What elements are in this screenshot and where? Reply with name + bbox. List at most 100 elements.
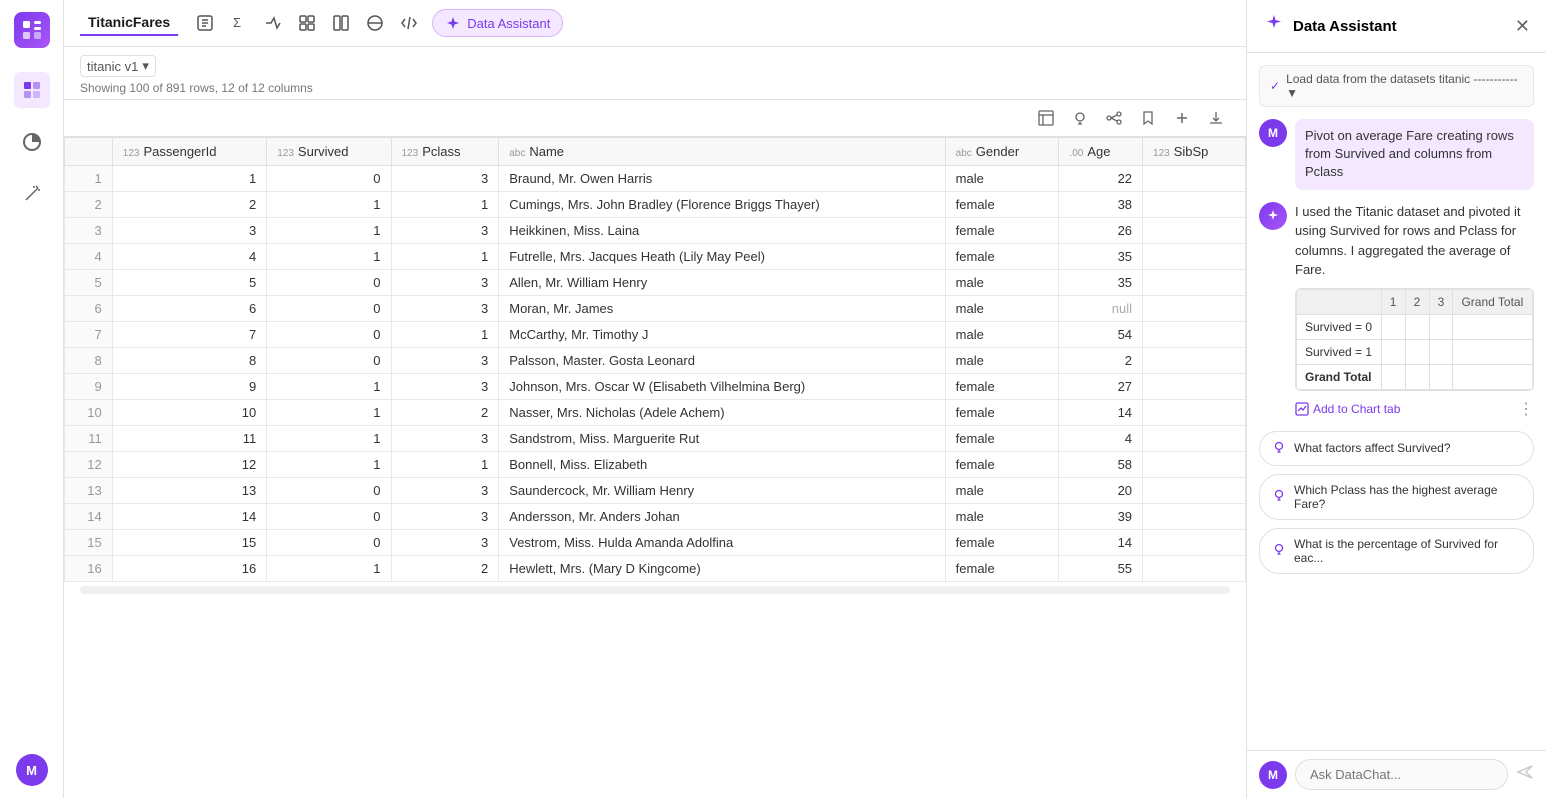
cell-survived: 0	[267, 530, 391, 556]
cell-pclass: 3	[391, 296, 499, 322]
col-header-sibsp[interactable]: 123SibSp	[1143, 138, 1246, 166]
cell-passengerid: 9	[112, 374, 266, 400]
check-icon: ✓	[1270, 79, 1280, 93]
pivot-table-preview: 1 2 3 Grand Total Survived = 0	[1295, 288, 1534, 391]
cell-name: Saundercock, Mr. William Henry	[499, 478, 945, 504]
col-header-pclass[interactable]: 123Pclass	[391, 138, 499, 166]
row-index: 5	[65, 270, 113, 296]
lineage-btn[interactable]	[1100, 104, 1128, 132]
sidebar-icon-wand[interactable]	[14, 176, 50, 212]
cell-passengerid: 1	[112, 166, 266, 192]
suggestion-chip-2[interactable]: Which Pclass has the highest average Far…	[1259, 474, 1534, 520]
suggestion-chip-1[interactable]: What factors affect Survived?	[1259, 431, 1534, 466]
cell-gender: male	[945, 166, 1059, 192]
cell-passengerid: 14	[112, 504, 266, 530]
cell-survived: 0	[267, 504, 391, 530]
cell-survived: 1	[267, 426, 391, 452]
insights-btn[interactable]	[1066, 104, 1094, 132]
table-row: 5 5 0 3 Allen, Mr. William Henry male 35	[65, 270, 1246, 296]
cell-pclass: 1	[391, 322, 499, 348]
cell-pclass: 3	[391, 426, 499, 452]
grid-btn[interactable]	[292, 8, 322, 38]
table-view-btn[interactable]	[1032, 104, 1060, 132]
pivot-cell-survived-0-total	[1453, 314, 1533, 339]
cell-name: Palsson, Master. Gosta Leonard	[499, 348, 945, 374]
table-row: 16 16 1 2 Hewlett, Mrs. (Mary D Kingcome…	[65, 556, 1246, 582]
col-header-index	[65, 138, 113, 166]
cell-passengerid: 11	[112, 426, 266, 452]
pivot-cell-grand-total-label: Grand Total	[1297, 364, 1382, 389]
more-options-btn[interactable]: ⋮	[1518, 399, 1534, 419]
cell-sibsp	[1143, 478, 1246, 504]
table-row: 12 12 1 1 Bonnell, Miss. Elizabeth femal…	[65, 452, 1246, 478]
cell-gender: female	[945, 426, 1059, 452]
row-index: 12	[65, 452, 113, 478]
columns-btn[interactable]	[326, 8, 356, 38]
cell-pclass: 3	[391, 374, 499, 400]
cell-sibsp	[1143, 296, 1246, 322]
horizontal-scrollbar[interactable]	[80, 586, 1230, 594]
cell-survived: 1	[267, 556, 391, 582]
cell-sibsp	[1143, 348, 1246, 374]
chat-area: ✓ Load data from the datasets titanic --…	[1247, 53, 1546, 750]
chat-send-btn[interactable]	[1516, 763, 1534, 786]
cell-sibsp	[1143, 192, 1246, 218]
pivot-table: 1 2 3 Grand Total Survived = 0	[1296, 289, 1533, 390]
cell-name: Vestrom, Miss. Hulda Amanda Adolfina	[499, 530, 945, 556]
pivot-cell-survived-1-1	[1381, 339, 1405, 364]
cell-survived: 0	[267, 270, 391, 296]
cell-passengerid: 16	[112, 556, 266, 582]
pivot-cell-survived-0-label: Survived = 0	[1297, 314, 1382, 339]
data-assistant-btn[interactable]: Data Assistant	[432, 9, 563, 37]
cell-pclass: 3	[391, 218, 499, 244]
pipeline-btn[interactable]	[258, 8, 288, 38]
edit-btn[interactable]	[190, 8, 220, 38]
col-header-name[interactable]: abcName	[499, 138, 945, 166]
row-index: 16	[65, 556, 113, 582]
row-index: 2	[65, 192, 113, 218]
cell-name: McCarthy, Mr. Timothy J	[499, 322, 945, 348]
cell-gender: female	[945, 244, 1059, 270]
cell-name: Sandstrom, Miss. Marguerite Rut	[499, 426, 945, 452]
cell-sibsp	[1143, 218, 1246, 244]
cell-gender: male	[945, 322, 1059, 348]
pivot-cell-grand-total-1	[1381, 364, 1405, 389]
ai-msg-avatar	[1259, 202, 1287, 230]
suggestion-chip-3[interactable]: What is the percentage of Survived for e…	[1259, 528, 1534, 574]
col-header-passengerid[interactable]: 123PassengerId	[112, 138, 266, 166]
col-header-survived[interactable]: 123Survived	[267, 138, 391, 166]
pivot-btn[interactable]	[360, 8, 390, 38]
cell-sibsp	[1143, 530, 1246, 556]
bookmark-btn[interactable]	[1134, 104, 1162, 132]
pivot-row-survived-1: Survived = 1	[1297, 339, 1533, 364]
col-header-gender[interactable]: abcGender	[945, 138, 1059, 166]
pivot-cell-survived-0-3	[1429, 314, 1453, 339]
code-btn[interactable]	[394, 8, 424, 38]
row-info: Showing 100 of 891 rows, 12 of 12 column…	[80, 81, 1230, 95]
cell-passengerid: 3	[112, 218, 266, 244]
sidebar-icon-chart[interactable]	[14, 124, 50, 160]
download-btn[interactable]	[1202, 104, 1230, 132]
app-logo[interactable]	[14, 12, 50, 48]
chat-input[interactable]	[1295, 759, 1508, 790]
cell-gender: female	[945, 218, 1059, 244]
cell-passengerid: 2	[112, 192, 266, 218]
sidebar-icon-table[interactable]	[14, 72, 50, 108]
ai-msg-footer: Add to Chart tab ⋮	[1295, 399, 1534, 419]
pivot-cell-survived-1-3	[1429, 339, 1453, 364]
formula-btn[interactable]: Σ	[224, 8, 254, 38]
col-header-age[interactable]: .00Age	[1059, 138, 1143, 166]
row-index: 8	[65, 348, 113, 374]
ai-text: I used the Titanic dataset and pivoted i…	[1295, 202, 1534, 280]
row-index: 1	[65, 166, 113, 192]
suggestion-icon-2	[1272, 488, 1286, 505]
add-to-chart-link[interactable]: Add to Chart tab	[1295, 402, 1400, 416]
user-bubble: Pivot on average Fare creating rows from…	[1295, 119, 1534, 190]
table-row: 2 2 1 1 Cumings, Mrs. John Bradley (Flor…	[65, 192, 1246, 218]
dataset-name-btn[interactable]: titanic v1 ▾	[80, 55, 156, 77]
user-avatar[interactable]: M	[16, 754, 48, 786]
panel-close-btn[interactable]: ✕	[1515, 16, 1530, 37]
cell-pclass: 2	[391, 556, 499, 582]
add-column-btn[interactable]	[1168, 104, 1196, 132]
row-index: 10	[65, 400, 113, 426]
